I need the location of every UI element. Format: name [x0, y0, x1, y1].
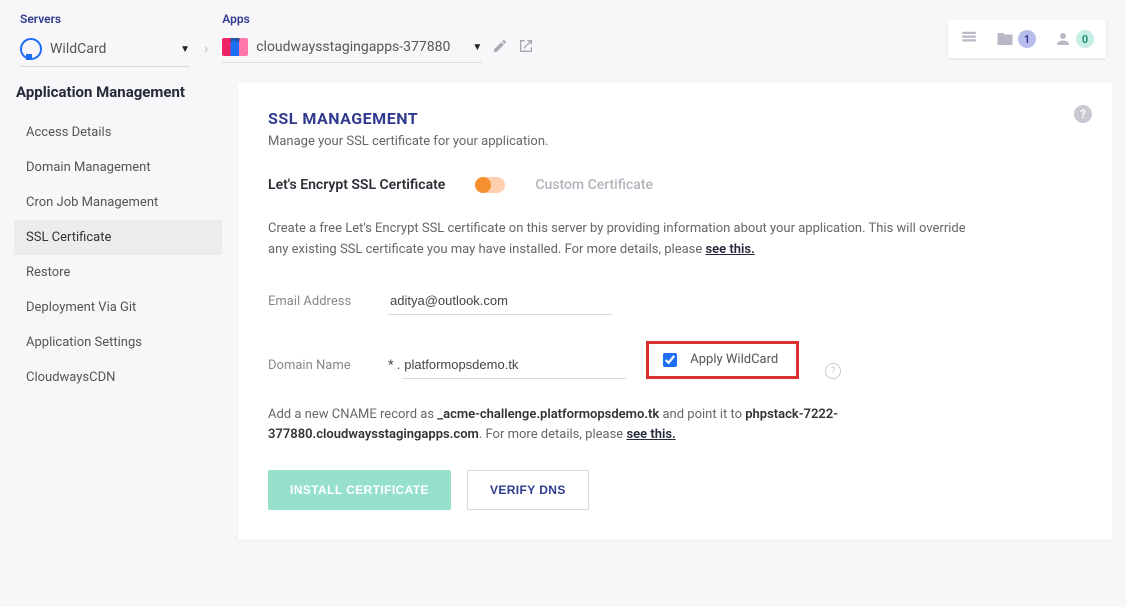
tab-custom-certificate[interactable]: Custom Certificate	[535, 177, 653, 193]
see-this-link[interactable]: see this.	[706, 242, 755, 257]
server-selector[interactable]: WildCard ▼	[20, 32, 190, 67]
domain-prefix: * .	[388, 358, 400, 379]
apply-wildcard-label: Apply WildCard	[690, 352, 778, 367]
external-link-icon[interactable]	[518, 38, 534, 58]
digitalocean-icon	[20, 38, 42, 60]
sidebar-item-restore[interactable]: Restore	[14, 255, 222, 290]
apply-wildcard-checkbox[interactable]	[663, 353, 677, 367]
verify-dns-button[interactable]: VERIFY DNS	[467, 470, 589, 510]
help-icon[interactable]: ?	[1074, 105, 1092, 123]
domain-input[interactable]	[402, 351, 626, 379]
ssl-management-card: ? SSL MANAGEMENT Manage your SSL certifi…	[238, 83, 1112, 540]
ssl-mode-toggle[interactable]	[475, 177, 505, 193]
app-selector[interactable]: PHP cloudwaysstagingapps-377880 ▼	[222, 32, 482, 63]
breadcrumb-servers-label[interactable]: Servers	[20, 12, 190, 26]
chevron-down-icon: ▼	[180, 44, 190, 55]
cname-host: _acme-challenge.platformopsdemo.tk	[437, 407, 659, 422]
cname-instruction: Add a new CNAME record as _acme-challeng…	[268, 405, 908, 447]
sidebar-item-cloudwayscdn[interactable]: CloudwaysCDN	[14, 360, 222, 395]
breadcrumb-apps-label[interactable]: Apps	[222, 12, 534, 26]
wildcard-help-icon[interactable]: ?	[825, 363, 841, 379]
chevron-down-icon: ▼	[472, 42, 482, 53]
le-description: Create a free Let's Encrypt SSL certific…	[268, 219, 988, 261]
server-name: WildCard	[50, 41, 172, 57]
sidebar-item-application-settings[interactable]: Application Settings	[14, 325, 222, 360]
sidebar-item-deployment-git[interactable]: Deployment Via Git	[14, 290, 222, 325]
tab-lets-encrypt[interactable]: Let's Encrypt SSL Certificate	[268, 177, 445, 193]
apply-wildcard-highlight: Apply WildCard	[646, 341, 799, 379]
sidebar-item-domain-management[interactable]: Domain Management	[14, 150, 222, 185]
domain-label: Domain Name	[268, 358, 368, 379]
install-certificate-button[interactable]: INSTALL CERTIFICATE	[268, 470, 451, 510]
folder-badge[interactable]: 1	[996, 30, 1036, 48]
edit-icon[interactable]	[492, 38, 508, 58]
list-icon[interactable]	[960, 28, 978, 50]
email-input[interactable]	[388, 287, 612, 315]
app-name: cloudwaysstagingapps-377880	[256, 39, 464, 55]
sidebar: Application Management Access Details Do…	[14, 83, 222, 395]
user-badge[interactable]: 0	[1054, 30, 1094, 48]
folder-count: 1	[1018, 30, 1036, 48]
sidebar-item-cron-job[interactable]: Cron Job Management	[14, 185, 222, 220]
email-label: Email Address	[268, 294, 368, 315]
chevron-right-icon: ›	[204, 41, 208, 67]
sidebar-title: Application Management	[16, 83, 222, 101]
php-stack-icon: PHP	[222, 38, 248, 56]
card-subtitle: Manage your SSL certificate for your app…	[268, 134, 1082, 149]
sidebar-item-ssl-certificate[interactable]: SSL Certificate	[14, 220, 222, 255]
status-panel: 1 0	[948, 20, 1106, 58]
user-count: 0	[1076, 30, 1094, 48]
card-title: SSL MANAGEMENT	[268, 109, 1082, 128]
see-this-link-2[interactable]: see this.	[626, 427, 675, 442]
sidebar-item-access-details[interactable]: Access Details	[14, 115, 222, 150]
